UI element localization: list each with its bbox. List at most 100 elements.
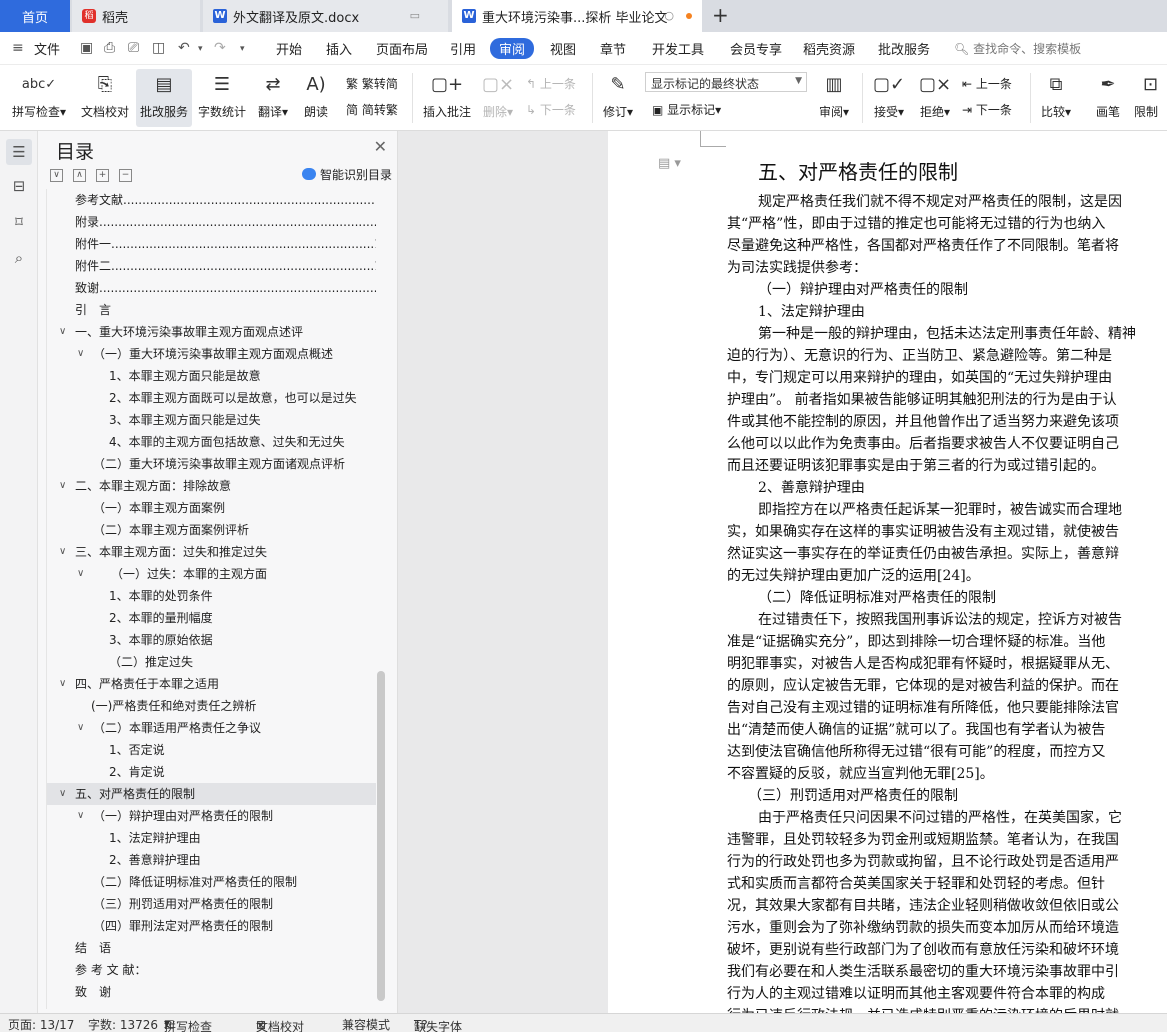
- toc-item[interactable]: 附件二.....................................…: [47, 255, 376, 277]
- menu-reference[interactable]: 引用: [450, 39, 476, 58]
- next-comment-button[interactable]: ↳ 下一条: [526, 101, 576, 118]
- navigation-icon[interactable]: ⊟: [6, 173, 32, 199]
- collapse-all-icon[interactable]: ∨: [50, 169, 63, 182]
- remove-heading-icon[interactable]: −: [119, 169, 132, 182]
- toc-item[interactable]: 结 语: [47, 937, 376, 959]
- toc-item[interactable]: 2、本罪主观方面既可以是故意，也可以是过失: [47, 387, 376, 409]
- menu-file[interactable]: 文件: [34, 39, 60, 58]
- toc-item[interactable]: 引 言: [47, 299, 376, 321]
- tab-docer[interactable]: 稻稻壳: [72, 0, 200, 32]
- menu-insert[interactable]: 插入: [326, 39, 352, 58]
- tab-translation-doc[interactable]: W 外文翻译及原文.docx ▭: [203, 0, 448, 32]
- translate-button[interactable]: ⇄ 翻译▾: [252, 69, 294, 127]
- more-dropdown-icon[interactable]: ▾: [240, 44, 245, 54]
- tab-home[interactable]: 首页: [0, 0, 70, 32]
- redo-icon[interactable]: ↷: [214, 40, 226, 56]
- spell-check-button[interactable]: abc✓ 拼写检查▾: [6, 69, 72, 127]
- chevron-down-icon[interactable]: ∨: [59, 673, 66, 695]
- toc-item[interactable]: 2、本罪的量刑幅度: [47, 607, 376, 629]
- chevron-down-icon[interactable]: ∨: [77, 343, 84, 365]
- delete-comment-button[interactable]: ▢× 删除▾: [478, 69, 518, 127]
- prev-comment-button[interactable]: ↰ 上一条: [526, 75, 576, 92]
- chevron-down-icon[interactable]: ∨: [59, 475, 66, 497]
- simp-to-trad-button[interactable]: 简 简转繁: [346, 101, 398, 118]
- toc-item[interactable]: ∨ 四、严格责任于本罪之适用: [47, 673, 376, 695]
- accept-button[interactable]: ▢✓ 接受▾: [868, 69, 910, 127]
- toc-item[interactable]: （二）降低证明标准对严格责任的限制: [47, 871, 376, 893]
- toc-item[interactable]: （二）重大环境污染事故罪主观方面诸观点评析: [47, 453, 376, 475]
- add-heading-icon[interactable]: +: [96, 169, 109, 182]
- paragraph-menu-icon[interactable]: ▤ ▾: [658, 156, 681, 171]
- monitor-icon[interactable]: ▭: [410, 9, 420, 22]
- insert-comment-button[interactable]: ▢+ 插入批注: [420, 69, 474, 127]
- bookmark-icon[interactable]: ⌑: [6, 209, 32, 235]
- toc-item[interactable]: 参 考 文 献：: [47, 959, 376, 981]
- toc-item[interactable]: ∨ 二、本罪主观方面：排除故意: [47, 475, 376, 497]
- toc-item[interactable]: 1、法定辩护理由: [47, 827, 376, 849]
- restrict-button[interactable]: ⊡ 限制: [1134, 69, 1167, 127]
- menu-page-layout[interactable]: 页面布局: [376, 39, 428, 58]
- toc-item[interactable]: 2、善意辩护理由: [47, 849, 376, 871]
- close-icon[interactable]: ✕: [374, 137, 387, 156]
- toc-item[interactable]: 1、本罪主观方面只能是故意: [47, 365, 376, 387]
- toc-item[interactable]: 致谢......................................…: [47, 277, 376, 299]
- menu-dev-tools[interactable]: 开发工具: [652, 39, 704, 58]
- grading-service-button[interactable]: ▤ 批改服务: [136, 69, 192, 127]
- menu-start[interactable]: 开始: [276, 39, 302, 58]
- cloud-icon[interactable]: ○: [664, 9, 674, 22]
- chevron-down-icon[interactable]: ∨: [77, 805, 84, 827]
- toc-item[interactable]: (一)严格责任和绝对责任之辨析: [47, 695, 376, 717]
- chevron-down-icon[interactable]: ∨: [59, 783, 66, 805]
- smart-toc-button[interactable]: 智能识别目录: [301, 166, 392, 183]
- show-markup-button[interactable]: ▣ 显示标记▾: [652, 101, 721, 118]
- review-pane-button[interactable]: ▥ 审阅▾: [814, 69, 854, 127]
- new-tab-icon[interactable]: +: [712, 3, 729, 27]
- menu-chapter[interactable]: 章节: [600, 39, 626, 58]
- print-icon[interactable]: ⎚: [128, 40, 139, 56]
- toc-item[interactable]: 附件一.....................................…: [47, 233, 376, 255]
- command-search[interactable]: 🔍︎ 查找命令、搜索模板: [954, 40, 1081, 57]
- toc-item[interactable]: 3、本罪的原始依据: [47, 629, 376, 651]
- next-change-button[interactable]: ⇥ 下一条: [962, 101, 1012, 118]
- chevron-down-icon[interactable]: ∨: [77, 563, 84, 585]
- menu-grading[interactable]: 批改服务: [878, 39, 930, 58]
- chevron-down-icon[interactable]: ∨: [77, 717, 84, 739]
- toc-item[interactable]: （四）罪刑法定对严格责任的限制: [47, 915, 376, 937]
- toc-item[interactable]: （一）本罪主观方面案例: [47, 497, 376, 519]
- toc-icon[interactable]: ☰: [6, 139, 32, 165]
- toc-item[interactable]: ∨ 三、本罪主观方面：过失和推定过失: [47, 541, 376, 563]
- track-changes-button[interactable]: ✎ 修订▾: [598, 69, 638, 127]
- hamburger-icon[interactable]: ≡: [12, 40, 24, 56]
- menu-docer-resources[interactable]: 稻壳资源: [803, 39, 855, 58]
- chevron-down-icon[interactable]: ∨: [59, 541, 66, 563]
- toc-item[interactable]: （三）刑罚适用对严格责任的限制: [47, 893, 376, 915]
- page-indicator[interactable]: 页面: 13/17: [8, 1016, 74, 1032]
- toc-item[interactable]: 1、本罪的处罚条件: [47, 585, 376, 607]
- toc-scrollbar[interactable]: [377, 671, 385, 1001]
- print-preview-icon[interactable]: ◫: [152, 40, 165, 56]
- pen-button[interactable]: ✒ 画笔: [1088, 69, 1128, 127]
- menu-review[interactable]: 审阅: [490, 38, 535, 59]
- chevron-down-icon[interactable]: ∨: [59, 321, 66, 343]
- read-aloud-button[interactable]: A) 朗读: [296, 69, 336, 127]
- compare-button[interactable]: ⧉ 比较▾: [1036, 69, 1076, 127]
- undo-dropdown-icon[interactable]: ▾: [198, 44, 203, 54]
- toc-item[interactable]: （二）推定过失: [47, 651, 376, 673]
- toc-item[interactable]: 1、否定说: [47, 739, 376, 761]
- tab-thesis-doc[interactable]: W 重大环境污染事...探析 毕业论文 ○: [452, 0, 702, 32]
- expand-all-icon[interactable]: ∧: [73, 169, 86, 182]
- menu-member[interactable]: 会员专享: [730, 39, 782, 58]
- doc-proof-button[interactable]: ⎘ 文档校对: [76, 69, 134, 127]
- toc-item[interactable]: ∨ （一）过失：本罪的主观方面: [47, 563, 376, 585]
- menu-view[interactable]: 视图: [550, 39, 576, 58]
- save-icon[interactable]: ▣: [80, 40, 93, 56]
- toc-item[interactable]: 3、本罪主观方面只能是过失: [47, 409, 376, 431]
- toc-item[interactable]: 参考文献....................................…: [47, 189, 376, 211]
- trad-to-simp-button[interactable]: 繁 繁转简: [346, 75, 398, 92]
- toc-item[interactable]: 2、肯定说: [47, 761, 376, 783]
- prev-change-button[interactable]: ⇤ 上一条: [962, 75, 1012, 92]
- word-count[interactable]: 字数: 13726: [88, 1016, 158, 1032]
- toc-item[interactable]: ∨ （一）辩护理由对严格责任的限制: [47, 805, 376, 827]
- markup-state-select[interactable]: 显示标记的最终状态 ▼: [645, 72, 807, 92]
- toc-item[interactable]: ∨ 一、重大环境污染事故罪主观方面观点述评: [47, 321, 376, 343]
